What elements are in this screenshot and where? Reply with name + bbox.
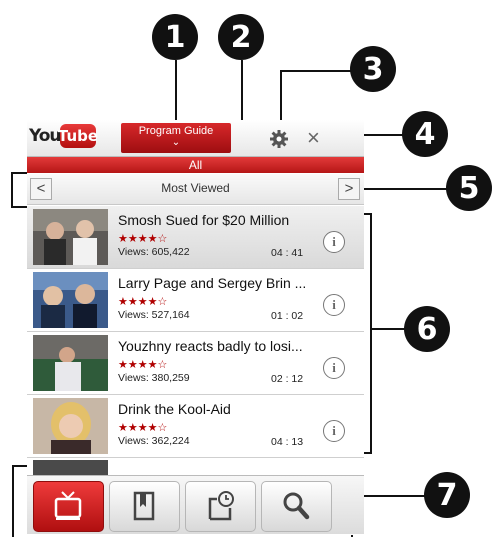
program-guide-button[interactable]: Program Guide ⌄ xyxy=(121,123,231,153)
video-thumbnail xyxy=(33,272,108,328)
video-list-item[interactable]: Smosh Sued for $20 Million ★★★★☆ Views: … xyxy=(27,206,364,269)
callout-line-6-h xyxy=(370,328,408,330)
rating-stars: ★★★★☆ xyxy=(118,233,168,245)
chevron-down-icon: ⌄ xyxy=(171,137,181,148)
callout-2: 2 xyxy=(218,14,264,60)
callout-7: 7 xyxy=(424,472,470,518)
video-list-item[interactable]: Youzhny reacts badly to losi... ★★★★☆ Vi… xyxy=(27,332,364,395)
rating-stars: ★★★★☆ xyxy=(118,296,168,308)
video-duration: 04 : 13 xyxy=(271,436,304,448)
video-thumbnail xyxy=(33,398,108,454)
youtube-app-window: You Tube Program Guide ⌄ × All < Most Vi… xyxy=(27,120,364,535)
next-category-button[interactable]: > xyxy=(338,178,360,200)
tab-history[interactable] xyxy=(185,481,256,532)
close-icon[interactable]: × xyxy=(307,125,320,151)
callout-line-3-h xyxy=(280,70,358,72)
category-bar: < Most Viewed > xyxy=(27,174,364,205)
rating-stars: ★★★★☆ xyxy=(118,422,168,434)
info-icon[interactable]: i xyxy=(323,294,345,316)
callout-4: 4 xyxy=(402,111,448,157)
history-icon xyxy=(208,491,234,521)
video-title: Youzhny reacts badly to losi... xyxy=(118,338,303,354)
callout-6: 6 xyxy=(404,306,450,352)
video-thumbnail xyxy=(33,209,108,265)
callout-5: 5 xyxy=(446,165,492,211)
video-title: Drink the Kool-Aid xyxy=(118,401,231,417)
video-list-item[interactable]: Larry Page and Sergey Brin ... ★★★★☆ Vie… xyxy=(27,269,364,332)
category-label: Most Viewed xyxy=(161,181,230,195)
callout-line-1 xyxy=(175,60,177,122)
gear-icon[interactable] xyxy=(269,129,289,155)
youtube-logo-tube: Tube xyxy=(58,124,98,148)
info-icon[interactable]: i xyxy=(323,357,345,379)
callout-3: 3 xyxy=(350,46,396,92)
search-icon xyxy=(283,492,310,520)
bookmark-icon xyxy=(133,491,155,521)
tv-icon xyxy=(54,491,82,520)
info-icon[interactable]: i xyxy=(323,420,345,442)
bottom-tab-bar xyxy=(27,475,364,534)
video-duration: 01 : 02 xyxy=(271,310,304,322)
video-duration: 04 : 41 xyxy=(271,247,304,259)
callout-line-6-v xyxy=(370,213,372,453)
video-duration: 02 : 12 xyxy=(271,373,304,385)
title-bar: You Tube Program Guide ⌄ × xyxy=(27,120,364,157)
rating-stars: ★★★★☆ xyxy=(118,359,168,371)
video-title: Larry Page and Sergey Brin ... xyxy=(118,275,307,291)
program-guide-label: Program Guide xyxy=(138,125,214,137)
tab-search[interactable] xyxy=(261,481,332,532)
callout-1: 1 xyxy=(152,14,198,60)
partial-list-item xyxy=(27,458,364,475)
view-count: Views: 362,224 xyxy=(118,435,190,447)
partial-thumbnail xyxy=(33,460,108,475)
tab-program-guide[interactable] xyxy=(33,481,104,532)
video-list-item[interactable]: Drink the Kool-Aid ★★★★☆ Views: 362,224 … xyxy=(27,395,364,458)
category-filter-all[interactable]: All xyxy=(27,157,364,173)
tab-bookmarks[interactable] xyxy=(109,481,180,532)
view-count: Views: 380,259 xyxy=(118,372,190,384)
view-count: Views: 527,164 xyxy=(118,309,190,321)
video-thumbnail xyxy=(33,335,108,391)
youtube-logo: You xyxy=(29,126,62,146)
view-count: Views: 605,422 xyxy=(118,246,190,258)
info-icon[interactable]: i xyxy=(323,231,345,253)
callout-line-5 xyxy=(350,188,450,190)
video-title: Smosh Sued for $20 Million xyxy=(118,212,290,228)
